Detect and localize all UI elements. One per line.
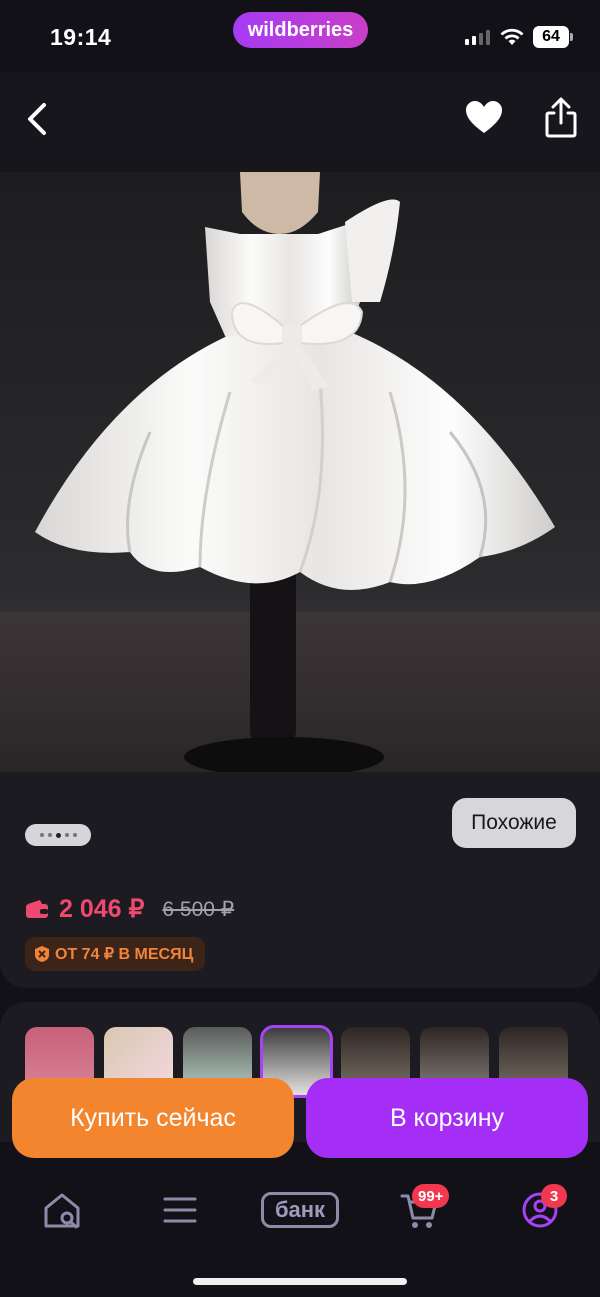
share-icon[interactable]: [543, 97, 579, 139]
installment-text: ОТ 74 ₽ В МЕСЯЦ: [55, 946, 194, 963]
home-indicator[interactable]: [193, 1278, 407, 1285]
wallet-icon: [26, 900, 48, 918]
home-search-icon[interactable]: [40, 1188, 84, 1232]
status-time: 19:14: [50, 24, 112, 50]
installment-badge[interactable]: ОТ 74 ₽ В МЕСЯЦ: [25, 937, 206, 971]
gallery-pagination: [25, 824, 91, 846]
wifi-icon: [500, 28, 524, 45]
status-bar: 19:14 wildberries 64: [0, 0, 600, 72]
heart-icon[interactable]: [465, 99, 503, 137]
chevron-left-icon[interactable]: [22, 99, 58, 139]
menu-icon[interactable]: [158, 1188, 202, 1232]
current-price: 2 046 ₽: [59, 895, 145, 923]
buy-now-button[interactable]: Купить сейчас: [12, 1078, 294, 1158]
cellular-signal-icon: [465, 29, 490, 45]
product-info-card: Похожие 2 046 ₽ 6 500 ₽ ОТ 74 ₽ В МЕСЯЦ: [0, 772, 600, 988]
add-to-cart-button[interactable]: В корзину: [306, 1078, 588, 1158]
installment-icon: [35, 946, 49, 962]
dress-illustration: [0, 172, 600, 772]
price-row: 2 046 ₽ 6 500 ₽: [25, 894, 234, 924]
tab-bar: банк 99+ 3: [0, 1160, 600, 1297]
battery-indicator: 64: [533, 26, 573, 48]
brand-logo: wildberries: [233, 12, 368, 48]
product-screen: 19:14 wildberries 64 Похожие 2 046 ₽ 6 5…: [0, 0, 600, 1297]
cart-badge: 99+: [412, 1184, 450, 1208]
tab-bank[interactable]: банк: [261, 1192, 339, 1228]
old-price: 6 500 ₽: [162, 897, 235, 921]
product-image[interactable]: [0, 172, 600, 772]
top-nav: [0, 72, 600, 172]
similar-button[interactable]: Похожие: [452, 798, 576, 848]
profile-badge: 3: [541, 1184, 567, 1208]
